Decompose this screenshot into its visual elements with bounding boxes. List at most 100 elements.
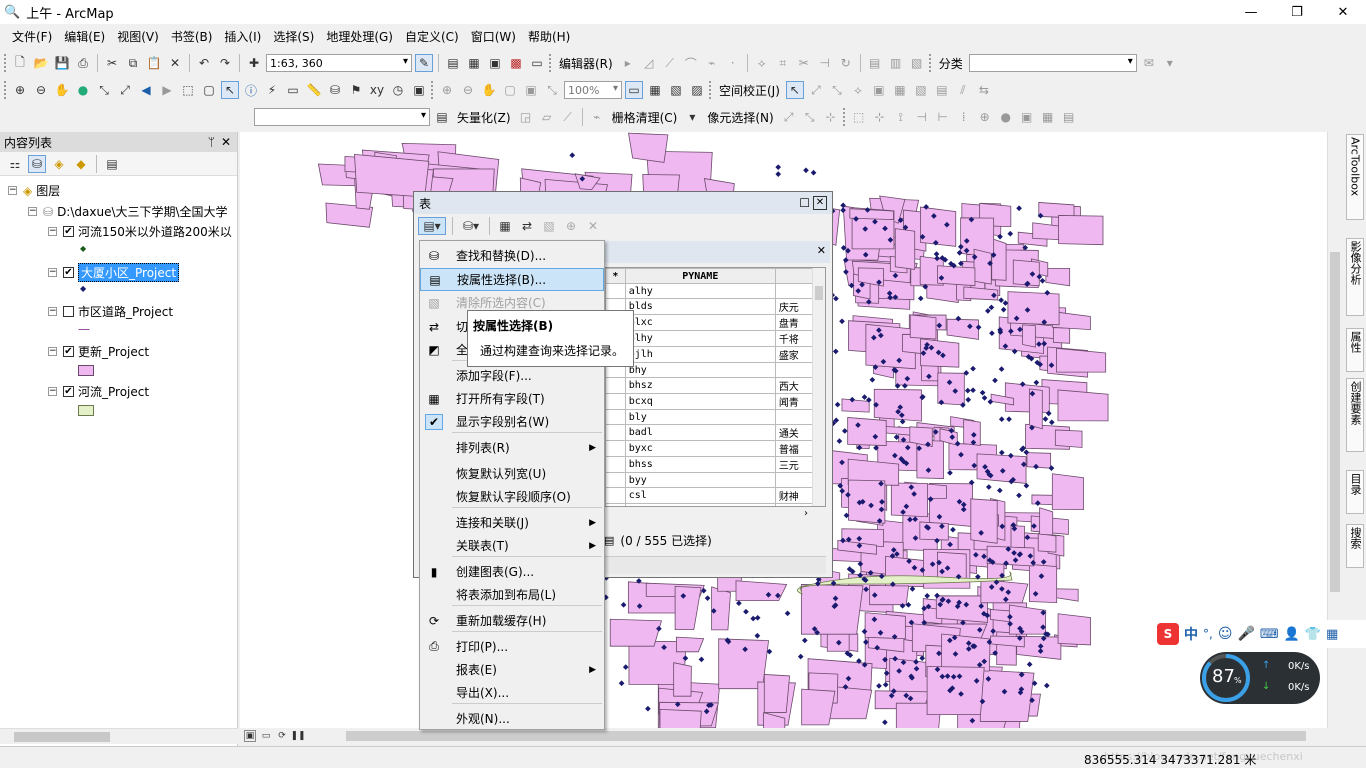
straight-segment-icon[interactable]: ⟋ (661, 54, 679, 72)
show-shared-icon[interactable]: ⊣ (913, 108, 931, 126)
table-cell[interactable] (605, 393, 626, 410)
menu-windows[interactable]: 窗口(W) (465, 28, 522, 45)
building-point[interactable] (784, 610, 791, 617)
table-row[interactable]: byy (605, 472, 825, 488)
table-row[interactable]: blds 庆元 (605, 298, 825, 315)
trace-icon[interactable]: ⌁ (703, 54, 721, 72)
zoom-100-icon[interactable]: ▣ (522, 81, 540, 99)
parcel-polygon[interactable] (873, 388, 922, 422)
search-tab[interactable]: 搜索 (1346, 524, 1364, 568)
sogou-logo-icon[interactable]: S (1157, 623, 1179, 645)
layout-view-icon[interactable]: ▭ (260, 730, 272, 742)
building-point[interactable] (1000, 306, 1007, 313)
parcel-polygon[interactable] (973, 248, 992, 285)
menu-help[interactable]: 帮助(H) (522, 28, 576, 45)
building-point[interactable] (947, 470, 953, 476)
collapse-icon[interactable]: − (48, 347, 57, 356)
toolbar-grip[interactable] (928, 54, 933, 72)
edge-match-icon[interactable]: ⫽ (954, 81, 972, 99)
layer-visibility-checkbox[interactable]: ✔ (63, 226, 74, 237)
catalog-tab[interactable]: 目录 (1346, 470, 1364, 514)
building-point[interactable] (998, 297, 1004, 304)
collapse-icon[interactable]: − (48, 387, 57, 396)
building-point[interactable] (917, 295, 924, 302)
parcel-polygon[interactable] (800, 584, 864, 635)
topology-edit-icon[interactable]: ⊹ (871, 108, 889, 126)
data-view-icon[interactable]: ▣ (244, 730, 256, 742)
paste-icon[interactable]: 📋 (145, 54, 163, 72)
select-by-attributes-icon[interactable]: ▦ (496, 217, 514, 235)
search-window-icon[interactable]: ▣ (486, 54, 504, 72)
scale-combo[interactable]: 1:63, 360 (266, 54, 412, 72)
table-tab-close-icon[interactable]: ✕ (817, 244, 826, 257)
collapse-icon[interactable]: − (48, 268, 57, 277)
layer-visibility-checkbox[interactable]: ✔ (63, 267, 74, 278)
menu-geoprocessing[interactable]: 地理处理(G) (320, 28, 399, 45)
table-cell[interactable]: blxc (624, 314, 776, 331)
building-point[interactable] (834, 401, 841, 408)
zoom-in-icon[interactable]: ⊕ (11, 81, 29, 99)
building-point[interactable] (1002, 300, 1009, 306)
parcel-polygon[interactable] (628, 132, 669, 163)
forward-icon[interactable]: ▶ (158, 81, 176, 99)
table-cell[interactable]: byy (624, 472, 776, 488)
parcel-polygon[interactable] (1052, 327, 1071, 344)
menu-bookmarks[interactable]: 书签(B) (165, 28, 219, 45)
layer-row[interactable]: − ✔ 河流150米以外道路200米以 (48, 223, 232, 240)
building-point[interactable] (841, 428, 848, 434)
raster-cleanup-menu[interactable]: 栅格清理(C) (609, 109, 681, 126)
cut-polygons-icon[interactable]: ✂ (795, 54, 813, 72)
topology-icon[interactable]: ⬚ (850, 108, 868, 126)
building-point[interactable] (810, 169, 817, 176)
table-cell[interactable]: csl (624, 487, 776, 504)
table-cell[interactable]: bly (624, 409, 776, 425)
building-point[interactable] (1007, 230, 1014, 237)
data-source-row[interactable]: − ⛁ D:\daxue\大三下学期\全国大学 (28, 203, 228, 220)
attributes-icon[interactable]: ▤ (866, 54, 884, 72)
building-point[interactable] (985, 484, 992, 490)
parcel-polygon[interactable] (1012, 259, 1040, 287)
layer-name[interactable]: 河流150米以外道路200米以 (78, 223, 232, 240)
menu-item[interactable]: 排列表(R) ▶ (420, 436, 604, 459)
new-icon[interactable]: 🗋 (11, 54, 29, 72)
table-cell[interactable]: bcxq (624, 393, 776, 410)
keyboard-icon[interactable]: ⌨ (1260, 627, 1279, 642)
toolbox-icon[interactable]: ▦ (1326, 627, 1338, 642)
menu-item[interactable]: ▦ 打开所有字段(T) (420, 387, 604, 410)
building-point[interactable] (876, 683, 882, 689)
parcel-polygon[interactable] (673, 662, 692, 697)
menu-insert[interactable]: 插入(I) (218, 28, 267, 45)
html-popup-icon[interactable]: ▭ (284, 81, 302, 99)
building-point[interactable] (1016, 492, 1022, 499)
building-point[interactable] (1023, 482, 1030, 489)
building-point[interactable] (998, 366, 1005, 372)
clear-selected-icon[interactable]: ▢ (200, 81, 218, 99)
parcel-polygon[interactable] (1039, 507, 1054, 536)
layer-name[interactable]: 更新_Project (78, 343, 149, 360)
table-cell[interactable] (605, 503, 626, 506)
building-point[interactable] (999, 449, 1005, 456)
parcel-polygon[interactable] (1054, 429, 1083, 448)
table-row[interactable]: blhy 千将 (605, 330, 825, 347)
maximize-button[interactable]: ❐ (1274, 0, 1320, 24)
erase-icon[interactable]: ▱ (538, 108, 556, 126)
building-point[interactable] (861, 394, 868, 400)
building-point[interactable] (985, 308, 991, 314)
close-button[interactable]: ✕ (1320, 0, 1366, 24)
parcel-polygon[interactable] (919, 521, 949, 541)
building-point[interactable] (970, 365, 976, 372)
menu-item[interactable]: ▤ 按属性选择(B)... (420, 268, 604, 291)
fixed-zoom-in-icon[interactable]: ⤡ (95, 81, 113, 99)
time-slider-icon[interactable]: ◷ (389, 81, 407, 99)
toolbar-grip[interactable] (709, 81, 713, 99)
list-by-visibility-icon[interactable]: ◈ (50, 155, 68, 173)
layout-zoom-in-icon[interactable]: ⊕ (438, 81, 456, 99)
building-point[interactable] (704, 595, 711, 601)
parcel-polygon[interactable] (1056, 347, 1107, 373)
parcel-polygon[interactable] (937, 265, 976, 287)
layer-visibility-checkbox[interactable]: ✔ (63, 386, 74, 397)
table-window-icon[interactable]: ▤ (444, 54, 462, 72)
parcel-polygon[interactable] (609, 618, 663, 647)
parcel-polygon[interactable] (920, 206, 957, 247)
table-cell[interactable]: badl (624, 424, 776, 441)
